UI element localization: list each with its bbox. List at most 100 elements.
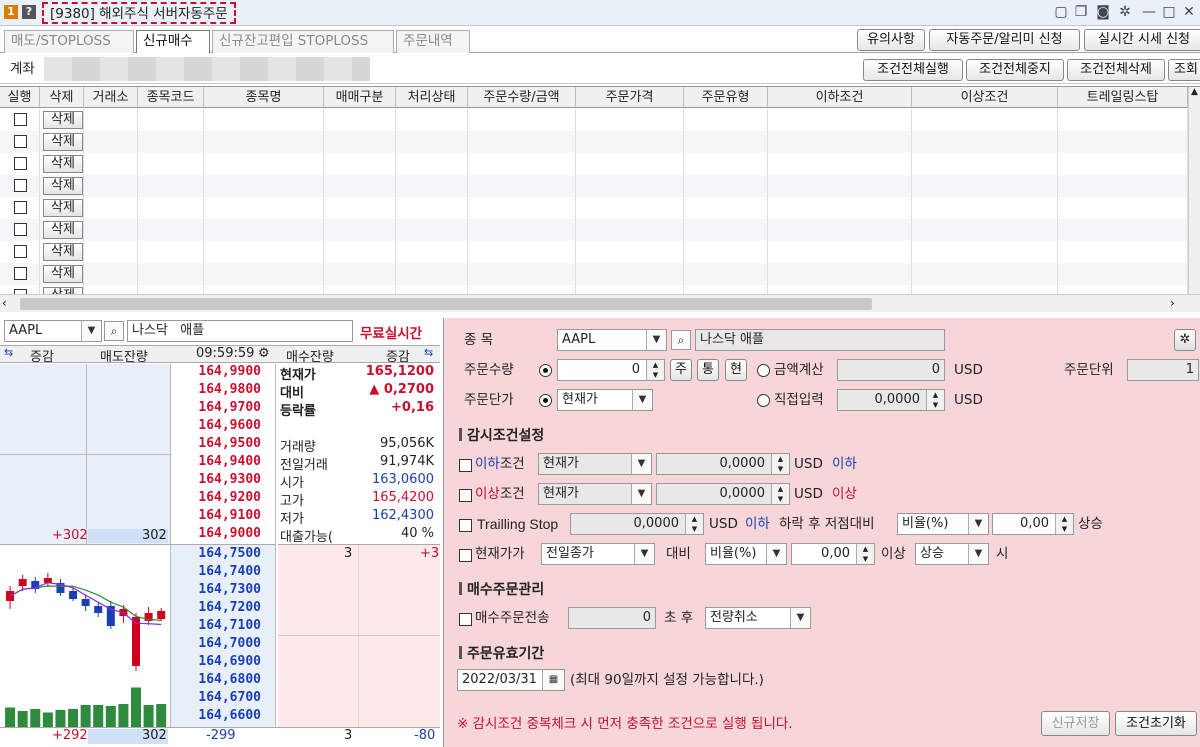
above-condition-checkbox[interactable] [459,489,472,502]
bid-price[interactable]: 164,7100 [198,618,261,633]
gear-icon[interactable]: ✲ [1116,3,1134,21]
grid-header-7[interactable]: 주문수량/금액 [468,87,576,108]
memo-icon[interactable]: ▢ [1052,3,1070,21]
calendar-icon[interactable]: ▦ [542,670,564,690]
trailing-stop-checkbox[interactable] [459,519,472,532]
grid-row[interactable]: 삭제 [0,263,1188,285]
ask-price[interactable]: 164,9900 [198,364,261,379]
grid-header-1[interactable]: 삭제 [40,87,84,108]
trailing-ratio-type-select[interactable]: 비율(%) ▼ [897,513,989,535]
run-checkbox[interactable] [14,157,27,170]
gear-icon[interactable]: ✲ [1174,329,1196,351]
bid-price[interactable]: 164,6900 [198,654,261,669]
current-price-checkbox[interactable] [459,549,472,562]
run-checkbox[interactable] [14,245,27,258]
screen-number-icon[interactable]: 1 [4,5,18,19]
grid-row[interactable]: 삭제 [0,153,1188,175]
trailing-spinner[interactable]: ▲ ▼ [685,514,703,534]
tab-new-buy[interactable]: 신규매수 [136,30,210,53]
delete-row-button[interactable]: 삭제 [43,265,83,283]
qty-input[interactable]: 0 ▲ ▼ [557,359,665,381]
tab-new-balance-stoploss[interactable]: 신규잔고편입 STOPLOSS [212,30,394,53]
qty-all-button[interactable]: 통 [697,359,719,381]
stock-symbol-select[interactable]: AAPL ▼ [557,329,667,351]
ask-price[interactable]: 164,9700 [198,400,261,415]
run-checkbox[interactable] [14,135,27,148]
ask-price[interactable]: 164,9400 [198,454,261,469]
chevron-down-icon[interactable]: ▼ [968,514,988,534]
buy-cancel-select[interactable]: 전량취소 ▼ [705,607,811,629]
help-icon[interactable]: ? [22,5,36,19]
trailing-ratio-field[interactable]: 0,00 ▲ ▼ [992,513,1074,535]
scroll-right-icon[interactable]: › [1170,296,1175,310]
buy-send-checkbox[interactable] [459,613,472,626]
direct-spinner[interactable]: ▲ ▼ [926,390,944,410]
grid-header-9[interactable]: 주문유형 [684,87,768,108]
trailing-ratio-spinner[interactable]: ▲ ▼ [1055,514,1073,534]
grid-row[interactable]: 삭제 [0,175,1188,197]
valid-date-input[interactable]: 2022/03/31 ▦ [457,669,565,691]
delete-row-button[interactable]: 삭제 [43,133,83,151]
quote-symbol-select[interactable]: AAPL ▼ [4,320,102,342]
run-all-conditions-button[interactable]: 조건전체실행 [863,59,963,81]
qty-current-button[interactable]: 현 [725,359,747,381]
current-ratio-field[interactable]: 0,00 ▲ ▼ [791,543,875,565]
chevron-down-icon[interactable]: ▼ [766,544,786,564]
below-condition-checkbox[interactable] [459,459,472,472]
delete-row-button[interactable]: 삭제 [43,199,83,217]
query-button[interactable]: 조회 [1168,59,1200,81]
ask-price[interactable]: 164,9300 [198,472,261,487]
qty-radio[interactable] [539,364,552,377]
price-type-select[interactable]: 현재가 ▼ [557,389,653,411]
grid-header-4[interactable]: 종목명 [204,87,324,108]
delete-row-button[interactable]: 삭제 [43,287,83,294]
reset-conditions-button[interactable]: 조건초기화 [1115,711,1197,736]
below-spinner[interactable]: ▲ ▼ [771,454,789,474]
chevron-down-icon[interactable]: ▼ [631,484,651,504]
ask-price[interactable]: 164,9200 [198,490,261,505]
run-checkbox[interactable] [14,179,27,192]
below-type-select[interactable]: 현재가 ▼ [538,453,652,475]
delete-row-button[interactable]: 삭제 [43,243,83,261]
qty-spinner[interactable]: ▲ ▼ [646,360,664,380]
grid-header-3[interactable]: 종목코드 [138,87,204,108]
grid-header-6[interactable]: 처리상태 [396,87,468,108]
chevron-down-icon[interactable]: ▼ [968,544,988,564]
grid-header-8[interactable]: 주문가격 [576,87,684,108]
buy-send-seconds[interactable]: 0 [568,607,656,629]
amount-calc-radio[interactable] [757,364,770,377]
ask-price[interactable]: 164,9000 [198,526,261,541]
auto-order-apply-button[interactable]: 자동주문/알리미 신청 [929,29,1080,51]
copy-icon[interactable]: ❐ [1072,3,1090,21]
chevron-down-icon[interactable]: ▼ [634,544,654,564]
camera-icon[interactable]: ◙ [1094,3,1112,21]
hscroll-thumb[interactable] [20,298,872,310]
search-icon[interactable]: ⌕ [104,321,124,341]
bid-price[interactable]: 164,7200 [198,600,261,615]
current-ratio-spinner[interactable]: ▲ ▼ [856,544,874,564]
grid-row[interactable]: 삭제 [0,219,1188,241]
chevron-down-icon[interactable]: ▼ [646,330,666,350]
chevron-down-icon[interactable]: ▼ [632,390,652,410]
below-value-field[interactable]: 0,0000 ▲ ▼ [656,453,790,475]
scroll-left-icon[interactable]: ‹ [2,296,7,310]
bid-price[interactable]: 164,7300 [198,582,261,597]
stop-all-conditions-button[interactable]: 조건전체중지 [966,59,1064,81]
search-icon[interactable]: ⌕ [671,330,691,350]
chevron-down-icon[interactable]: ▼ [790,608,810,628]
grid-vscroll[interactable]: ▲ [1188,87,1200,294]
tab-sell-stoploss[interactable]: 매도/STOPLOSS [4,30,134,53]
maximize-icon[interactable]: □ [1160,3,1178,21]
chevron-down-icon[interactable]: ▼ [631,454,651,474]
run-checkbox[interactable] [14,201,27,214]
run-checkbox[interactable] [14,223,27,236]
grid-header-5[interactable]: 매매구분 [324,87,396,108]
bid-price[interactable]: 164,7000 [198,636,261,651]
direct-input-radio[interactable] [757,394,770,407]
tab-order-history[interactable]: 주문내역 [396,30,470,53]
delete-row-button[interactable]: 삭제 [43,155,83,173]
direct-input-field[interactable]: 0,0000 ▲ ▼ [837,389,945,411]
new-save-button[interactable]: 신규저장 [1041,711,1110,736]
grid-row[interactable]: 삭제 [0,109,1188,131]
bid-price[interactable]: 164,7400 [198,564,261,579]
